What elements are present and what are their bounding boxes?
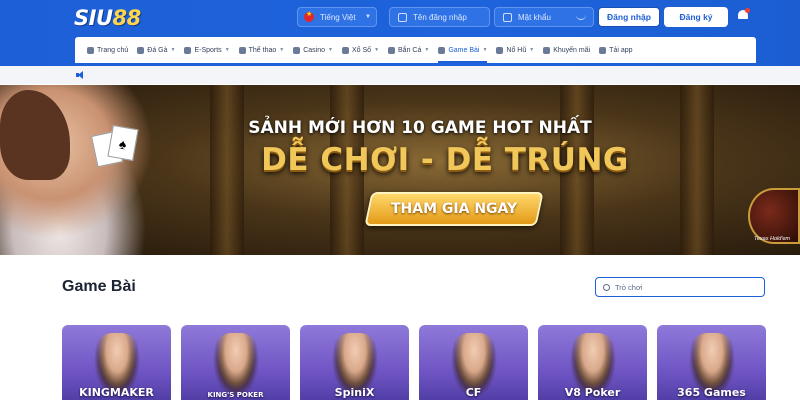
- game-provider-card[interactable]: KINGMAKER: [62, 325, 171, 400]
- nav-item-label: Bắn Cá: [398, 46, 422, 54]
- password-placeholder: Mật khẩu: [518, 12, 551, 22]
- provider-logo-text: V8 Poker: [564, 386, 621, 399]
- texas-holdem-label: Texas Hold'em: [754, 236, 791, 242]
- section-title: Game Bài: [62, 278, 136, 295]
- playing-card-icon: ♠: [107, 124, 139, 162]
- chevron-down-icon: ▼: [224, 47, 230, 53]
- provider-logo-text: 365 Games: [677, 386, 746, 399]
- nav-item-icon: [496, 46, 504, 54]
- nav-item[interactable]: Đá Gà ▼: [137, 37, 175, 63]
- nav-item-label: Trang chủ: [97, 46, 129, 54]
- game-provider-card[interactable]: KING'S POKER: [181, 325, 290, 400]
- nav-item-label: Thể thao: [248, 46, 277, 54]
- nav-item-label: Xổ Số: [351, 46, 372, 54]
- login-button[interactable]: Đăng nhập: [598, 7, 660, 27]
- nav-item[interactable]: Khuyến mãi: [543, 37, 590, 63]
- banner-headline: DỄ CHƠI - DỄ TRÚNG: [261, 142, 629, 178]
- password-input[interactable]: Mật khẩu: [494, 7, 594, 27]
- nav-item-icon: [184, 46, 192, 54]
- search-icon: [603, 283, 610, 291]
- nav-item-icon: [293, 46, 301, 54]
- provider-logo-text: SpiniX: [334, 386, 375, 399]
- nav-item-icon: [341, 46, 349, 54]
- nav-item-label: Khuyến mãi: [553, 46, 591, 54]
- nav-item[interactable]: Thể thao ▼: [238, 37, 285, 63]
- nav-item-icon: [137, 46, 145, 54]
- language-select[interactable]: Tiếng Việt ▼: [297, 7, 377, 27]
- show-password-icon[interactable]: [576, 15, 586, 20]
- game-provider-card[interactable]: CF: [419, 325, 528, 400]
- lock-icon: [503, 12, 512, 22]
- game-provider-card[interactable]: 365 Games: [657, 325, 766, 400]
- provider-logo-text: KINGMAKER: [79, 386, 154, 399]
- nav-item-label: E-Sports: [194, 46, 222, 54]
- nav-item-label: Casino: [303, 46, 326, 54]
- nav-item-label: Nổ Hũ: [506, 46, 527, 54]
- speaker-icon: [76, 71, 85, 79]
- game-search-input[interactable]: Trò chơi: [595, 277, 765, 297]
- dealer-illustration: ♠: [0, 85, 170, 255]
- card-artwork: [211, 333, 261, 400]
- nav-item[interactable]: Game Bài ▼: [438, 37, 488, 63]
- chevron-down-icon: ▼: [170, 47, 176, 53]
- chevron-down-icon: ▼: [365, 14, 371, 20]
- game-provider-list: KINGMAKER KING'S POKER SpiniX CF V8 Poker 365…: [62, 325, 769, 400]
- chevron-down-icon: ▼: [279, 47, 285, 53]
- provider-logo-text: KING'S POKER: [207, 391, 264, 399]
- logo-accent-text: 88: [112, 6, 142, 30]
- register-button[interactable]: Đăng ký: [664, 7, 728, 27]
- username-input[interactable]: Tên đăng nhập: [389, 7, 490, 27]
- chevron-down-icon: ▼: [328, 47, 333, 53]
- game-provider-card[interactable]: V8 Poker: [538, 325, 647, 400]
- nav-item[interactable]: Tải app: [599, 37, 633, 63]
- main-nav: Trang chủ Đá Gà ▼ E-Sports ▼ Thể thao ▼ Casino ▼…: [75, 37, 756, 63]
- nav-item-label: Tải app: [609, 46, 633, 54]
- dealer-hair: [0, 90, 70, 180]
- nav-item-icon: [238, 46, 246, 54]
- nav-item[interactable]: Trang chủ: [87, 37, 128, 63]
- username-placeholder: Tên đăng nhập: [413, 12, 467, 22]
- nav-item-icon: [388, 46, 396, 54]
- vietnam-flag-icon: [304, 10, 314, 22]
- language-label: Tiếng Việt: [320, 12, 356, 22]
- game-provider-card[interactable]: SpiniX: [300, 325, 409, 400]
- nav-item[interactable]: Casino ▼: [293, 37, 333, 63]
- chevron-down-icon: ▼: [529, 47, 535, 53]
- nav-item-icon: [543, 46, 551, 54]
- chevron-down-icon: ▼: [482, 47, 488, 53]
- join-now-button[interactable]: THAM GIA NGAY: [364, 192, 544, 226]
- nav-item[interactable]: Xổ Số ▼: [341, 37, 380, 63]
- nav-item-label: Game Bài: [448, 46, 480, 54]
- nav-item[interactable]: Nổ Hũ ▼: [496, 37, 534, 63]
- join-now-label: THAM GIA NGAY: [390, 201, 518, 217]
- top-header: SIU88 Tiếng Việt ▼ Tên đăng nhập Mật khẩ…: [0, 0, 800, 66]
- site-logo[interactable]: SIU88: [74, 6, 141, 30]
- provider-logo-text: CF: [465, 386, 482, 399]
- chevron-down-icon: ▼: [424, 47, 430, 53]
- nav-item-label: Đá Gà: [147, 46, 168, 54]
- chevron-down-icon: ▼: [374, 47, 380, 53]
- announcement-bar: [0, 66, 800, 84]
- banner-subtitle: SẢNH MỚI HƠN 10 GAME HOT NHẤT: [248, 118, 592, 138]
- notification-bell-icon[interactable]: [736, 8, 750, 22]
- nav-item-icon: [438, 46, 446, 54]
- user-icon: [398, 12, 407, 22]
- search-placeholder: Trò chơi: [615, 282, 643, 292]
- nav-item[interactable]: Bắn Cá ▼: [388, 37, 429, 63]
- nav-item[interactable]: E-Sports ▼: [184, 37, 230, 63]
- nav-item-icon: [599, 46, 607, 54]
- nav-item-icon: [87, 46, 94, 54]
- logo-text: SIU: [74, 6, 113, 30]
